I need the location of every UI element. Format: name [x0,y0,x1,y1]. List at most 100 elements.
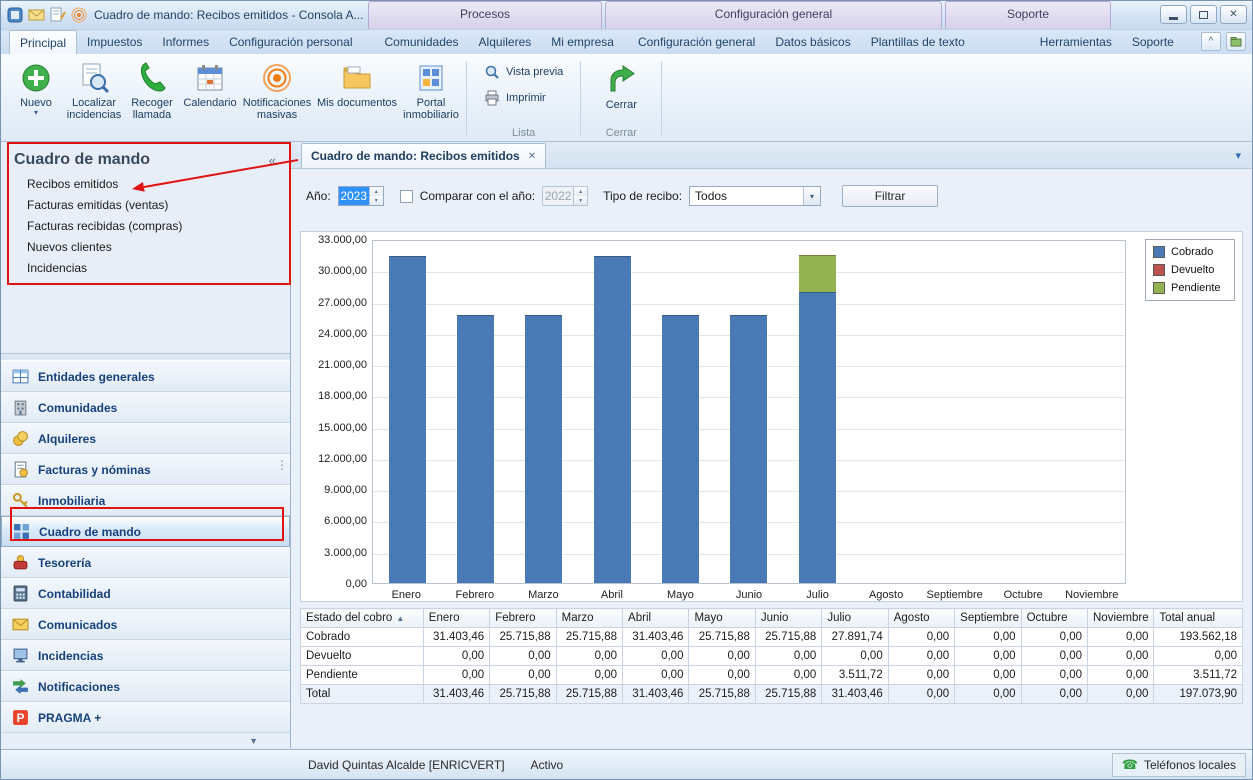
nav-label: Comunicados [38,618,117,632]
tab-close-icon[interactable]: ✕ [528,151,536,162]
value-cell: 0,00 [888,666,954,685]
panel-item-recibos-emitidos[interactable]: Recibos emitidos [1,174,290,195]
panel-collapse-icon[interactable]: « [269,153,276,168]
table-row-cobrado: Cobrado31.403,4625.715,8825.715,8831.403… [301,628,1243,647]
close-button[interactable]: ✕ [1220,5,1247,24]
table-header-febrero[interactable]: Febrero [490,609,556,628]
vista-previa-button[interactable]: Vista previa [478,59,569,85]
row-label: Total [301,685,424,704]
table-header-octubre[interactable]: Octubre [1021,609,1087,628]
imprimir-button[interactable]: Imprimir [478,85,569,111]
year-spinner[interactable]: 2023 ▲ ▼ [338,186,384,206]
x-axis-label-agosto: Agosto [852,589,921,601]
help-panel-button[interactable] [1226,32,1246,51]
panel-item-incidencias[interactable]: Incidencias [1,258,290,279]
chevron-up-icon: ^ [1209,36,1214,47]
mis-documentos-button[interactable]: Mis documentos [315,57,399,141]
table-header-junio[interactable]: Junio [755,609,821,628]
table-header-julio[interactable]: Julio [822,609,888,628]
receipt-type-combo[interactable]: Todos ▾ [689,186,821,206]
sidebar-collapse-strip[interactable]: ▼ [1,733,290,748]
y-axis-tick-label: 24.000,00 [303,328,367,340]
broadcast-waves-icon [261,62,293,94]
local-phones-panel[interactable]: ☎ Teléfonos locales [1112,753,1246,777]
nav-label: Inmobiliaria [38,494,105,508]
table-header-enero[interactable]: Enero [423,609,489,628]
nuevo-button[interactable]: Nuevo ▾ [7,57,65,141]
table-header-estado-del-cobro[interactable]: Estado del cobro▲ [301,609,424,628]
tab-comunidades[interactable]: Comunidades [375,30,469,54]
sidebar-item-incidencias[interactable]: Incidencias [1,640,290,671]
sidebar-splitter[interactable] [1,353,290,361]
sidebar-item-inmobiliaria[interactable]: Inmobiliaria [1,485,290,516]
new-plus-icon [20,62,52,94]
x-axis-label-enero: Enero [372,589,441,601]
tab-informes[interactable]: Informes [152,30,219,54]
sidebar-item-entidades-generales[interactable]: Entidades generales [1,361,290,392]
table-header-mayo[interactable]: Mayo [689,609,755,628]
panel-item-facturas-emitidas[interactable]: Facturas emitidas (ventas) [1,195,290,216]
tab-list-dropdown-icon[interactable]: ▾ [1235,149,1241,162]
tab-soporte[interactable]: Soporte [1122,30,1184,54]
table-header-septiembre[interactable]: Septiembre [955,609,1021,628]
table-header-agosto[interactable]: Agosto [888,609,954,628]
receipt-type-label: Tipo de recibo: [603,189,682,203]
context-group-configuracion: Configuración general [605,1,942,29]
table-header-abril[interactable]: Abril [623,609,689,628]
nav-label: Comunidades [38,401,117,415]
notificaciones-masivas-button[interactable]: Notificaciones masivas [239,57,315,141]
sidebar-item-notificaciones[interactable]: Notificaciones [1,671,290,702]
titlebar[interactable]: Cuadro de mando: Recibos emitidos - Cons… [1,1,1252,30]
mail-icon[interactable] [28,7,46,23]
filtrar-button[interactable]: Filtrar [842,185,938,207]
tab-impuestos[interactable]: Impuestos [77,30,152,54]
tab-herramientas[interactable]: Herramientas [1030,30,1122,54]
sidebar-item-tesoreria[interactable]: Tesorería [1,547,290,578]
bar-segment-cobrado-mayo [662,315,699,583]
tab-datos-basicos[interactable]: Datos básicos [765,30,860,54]
year-value[interactable]: 2023 [339,187,369,205]
sync-arrows-icon [12,678,29,695]
nav-label: Alquileres [38,432,96,446]
panel-item-nuevos-clientes[interactable]: Nuevos clientes [1,237,290,258]
sidebar-item-comunicados[interactable]: Comunicados [1,609,290,640]
spin-down-icon[interactable]: ▼ [370,196,383,205]
table-header-noviembre[interactable]: Noviembre [1088,609,1154,628]
tab-principal[interactable]: Principal [9,30,77,54]
year-label: Año: [306,189,331,203]
sidebar-item-facturas-y-nominas[interactable]: Facturas y nóminas [1,454,290,485]
sidebar-item-alquileres[interactable]: Alquileres [1,423,290,454]
edit-document-icon[interactable] [49,7,67,23]
printer-icon [484,90,500,106]
cerrar-button[interactable]: Cerrar [592,59,650,111]
recoger-llamada-button[interactable]: Recoger llamada [123,57,181,141]
localizar-incidencias-button[interactable]: Localizar incidencias [65,57,123,141]
tab-mi-empresa[interactable]: Mi empresa [541,30,624,54]
splitter-grip-icon[interactable]: ⋮ [276,458,288,472]
combo-dropdown-icon[interactable]: ▾ [803,187,820,205]
sidebar-item-pragma[interactable]: P PRAGMA + [1,702,290,733]
tab-plantillas-de-texto[interactable]: Plantillas de texto [861,30,975,54]
folder-icon [341,62,373,94]
document-tab[interactable]: Cuadro de mando: Recibos emitidos ✕ [301,143,546,168]
sidebar-item-comunidades[interactable]: Comunidades [1,392,290,423]
calendario-button[interactable]: Calendario [181,57,239,141]
table-header-total-anual[interactable]: Total anual [1154,609,1243,628]
compare-checkbox[interactable] [400,190,413,203]
chart-x-axis: EneroFebreroMarzoAbrilMayoJunioJulioAgos… [372,589,1126,601]
maximize-button[interactable] [1190,5,1217,24]
row-label: Pendiente [301,666,424,685]
value-cell: 25.715,88 [556,628,622,647]
x-axis-label-marzo: Marzo [509,589,578,601]
sidebar-item-cuadro-de-mando[interactable]: Cuadro de mando [1,516,290,547]
tab-alquileres[interactable]: Alquileres [469,30,542,54]
minimize-button[interactable] [1160,5,1187,24]
panel-item-facturas-recibidas[interactable]: Facturas recibidas (compras) [1,216,290,237]
table-header-marzo[interactable]: Marzo [556,609,622,628]
ribbon-collapse-button[interactable]: ^ [1201,32,1221,51]
tab-configuracion-personal[interactable]: Configuración personal [219,30,362,54]
tab-configuracion-general[interactable]: Configuración general [628,30,765,54]
spin-up-icon[interactable]: ▲ [370,187,383,196]
sidebar-item-contabilidad[interactable]: Contabilidad [1,578,290,609]
portal-inmobiliario-button[interactable]: Portal inmobiliario [399,57,463,141]
